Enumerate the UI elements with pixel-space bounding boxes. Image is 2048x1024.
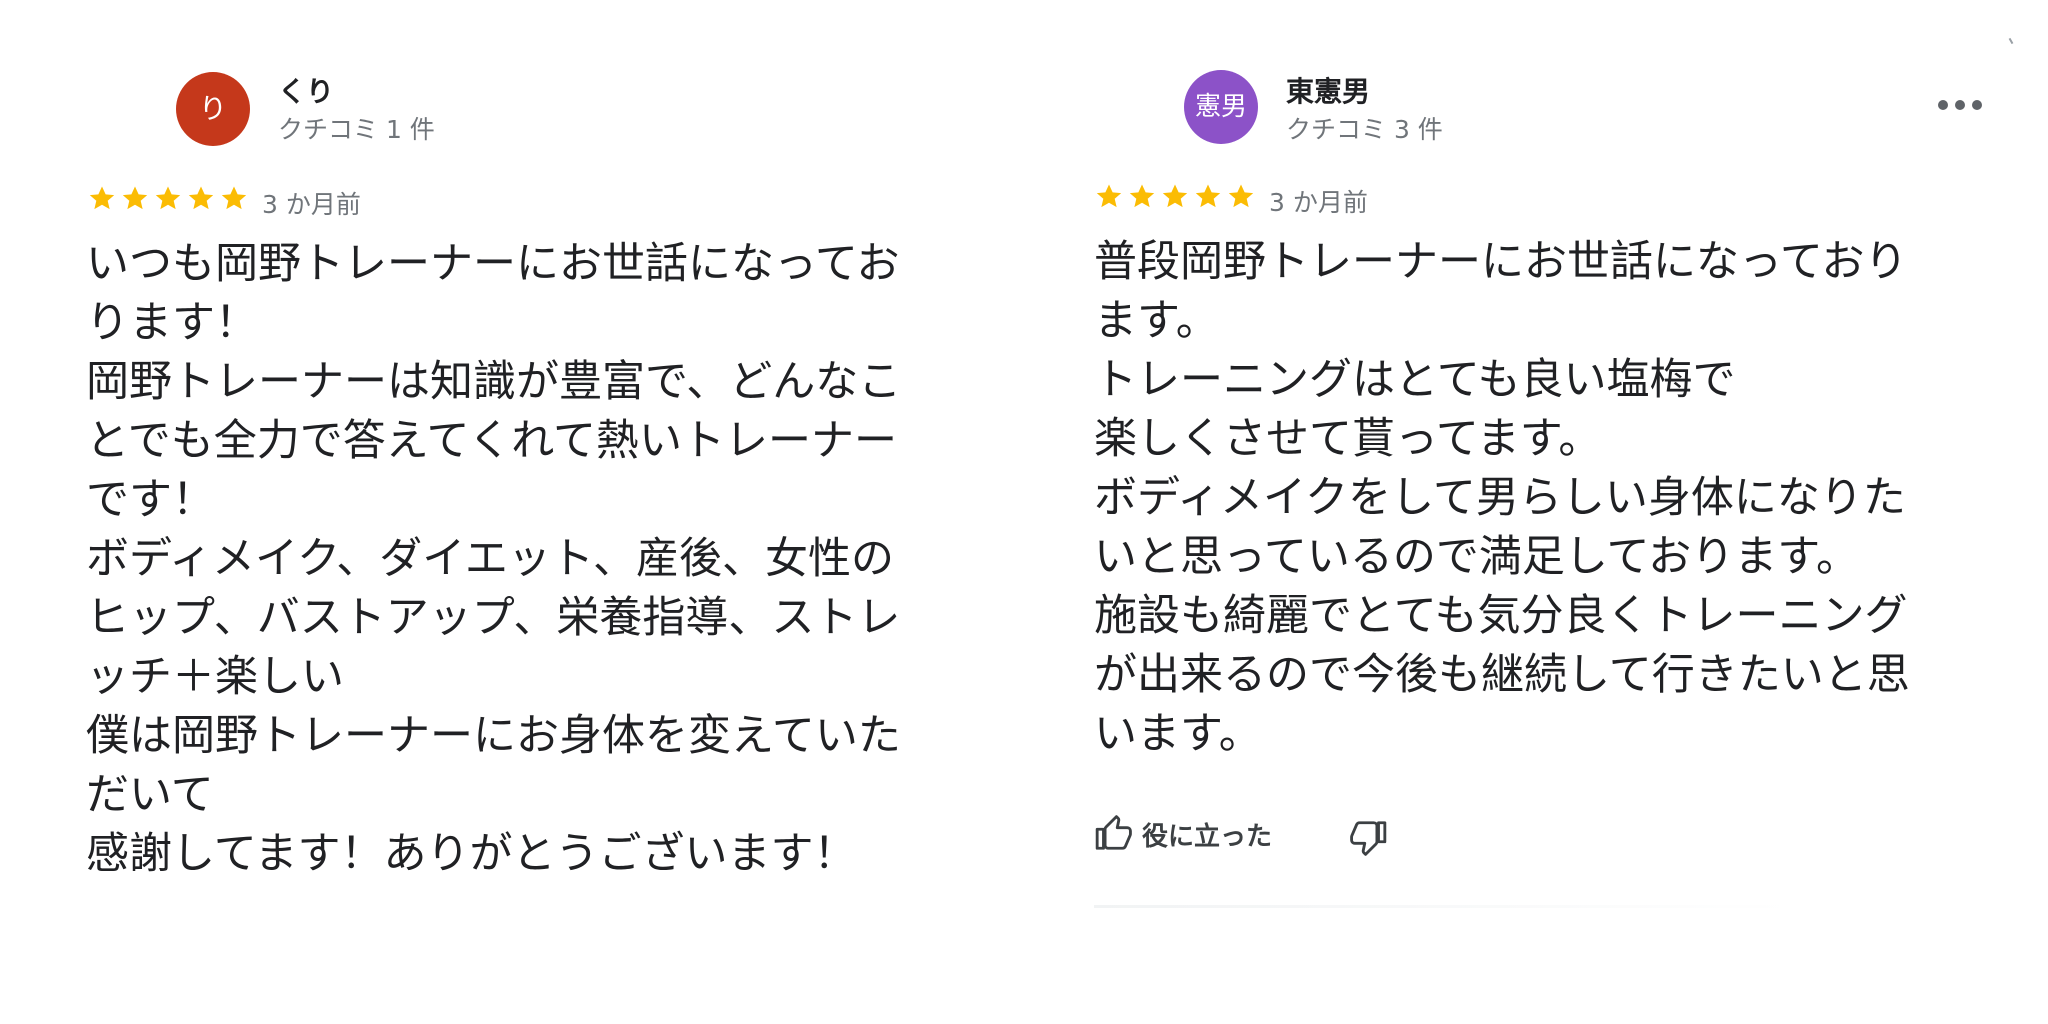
star-icon [1195,184,1221,208]
review-text-line: だいて [86,770,214,820]
review-text-line: いと思っているので満足しております。 [1094,532,1859,582]
star-rating [87,184,249,214]
more-options-button[interactable] [1938,95,1982,115]
avatar[interactable]: 憲男 [1184,70,1258,144]
not-helpful-button[interactable] [1350,818,1388,856]
avatar-initial: り [198,92,227,125]
star-icon [221,186,247,210]
review-text-line: ッチ＋楽しい [86,652,344,702]
helpful-button[interactable]: 役に立った [1094,815,1272,853]
thumb-up-icon [1095,815,1132,850]
review-date: 3 か月前 [1269,188,1368,217]
thumb-down-icon [1350,821,1387,856]
star-icon [1162,184,1188,208]
review-card: 憲男 東憲男 クチコミ 3 件 3 か月前 普段岡野トレーナーにお世話になってお… [1010,0,2048,1024]
star-icon [155,186,181,210]
review-text-line: います。 [1094,709,1262,759]
review-text-line: 普段岡野トレーナーにお世話になっており [1094,237,1908,287]
review-count: クチコミ 3 件 [1286,115,1443,144]
review-text-line: 楽しくさせて貰ってます。 [1094,414,1602,464]
divider [1094,905,1794,908]
review-text-line: 僕は岡野トレーナーにお身体を変えていた [86,711,901,761]
review-text-line: いつも岡野トレーナーにお世話になってお [86,239,900,289]
review-text-line: トレーニングはとても良い塩梅で [1094,355,1736,405]
more-horiz-icon [1938,100,1948,110]
review-text-line: ボディメイクをして男らしい身体になりた [1094,473,1906,523]
star-icon [1096,184,1122,208]
more-horiz-icon-dot [1972,100,1982,110]
review-card: り くり クチコミ 1 件 3 か月前 いつも岡野トレーナーにお世話になっており… [0,0,1000,1024]
review-date: 3 か月前 [262,190,361,219]
review-text-line: 岡野トレーナーは知識が豊富で、どんなこ [86,357,902,407]
author-name[interactable]: 東憲男 [1286,70,1370,110]
more-horiz-icon-dot [1955,100,1965,110]
avatar-initial: 憲男 [1194,92,1247,122]
star-icon [1129,184,1155,208]
review-text-line: ボディメイク、ダイエット、産後、女性の [86,534,894,584]
star-icon [122,186,148,210]
review-text-line: ます。 [1094,296,1219,346]
review-text-line: 感謝してます！ありがとうございます！ [86,829,857,879]
avatar[interactable]: り [176,72,250,146]
star-icon [1228,184,1254,208]
review-text-line: です！ [86,475,215,525]
review-text-line: とでも全力で答えてくれて熱いトレーナー [86,416,897,466]
review-text-line: ります！ [86,298,258,348]
star-rating [1094,182,1256,212]
star-icon [188,186,214,210]
author-name[interactable]: くり [278,70,334,110]
star-icon [89,186,115,210]
review-text-line: 施設も綺麗でとても気分良くトレーニング [1094,591,1908,641]
helpful-label: 役に立った [1142,821,1273,852]
review-text: 普段岡野トレーナーにお世話になっており ます。トレーニングはとても良い塩梅で 楽しく… [1094,233,1910,764]
review-text-line: が出来るので今後も継続して行きたいと思 [1094,650,1910,700]
review-count: クチコミ 1 件 [278,115,435,144]
review-text-line: ヒップ、バストアップ、栄養指導、ストレ [86,593,901,643]
review-text: いつも岡野トレーナーにお世話になってお ります！ 岡野トレーナーは知識が豊富で、どん… [86,235,901,884]
